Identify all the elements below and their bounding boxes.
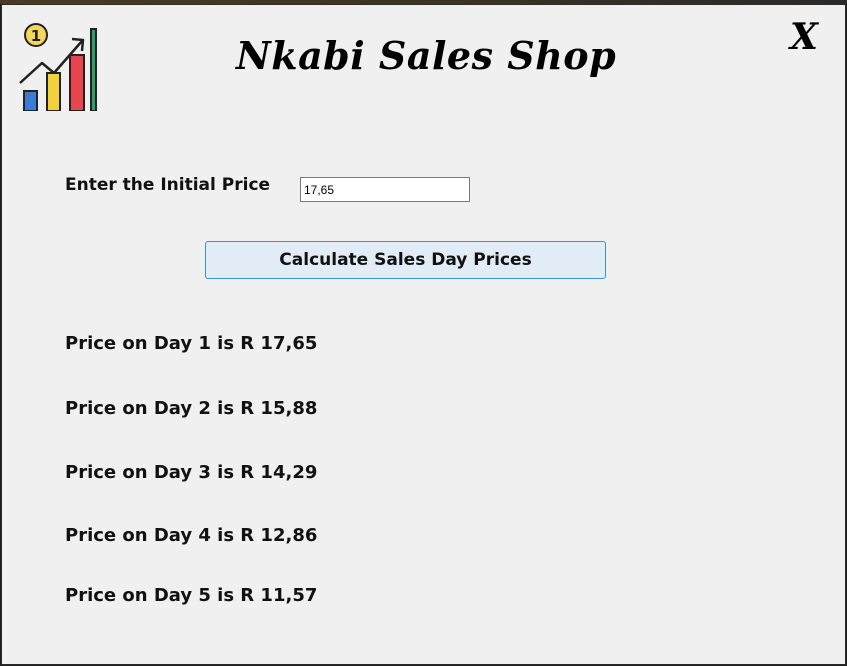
day-3-price-label: Price on Day 3 is R 14,29 xyxy=(65,462,318,483)
initial-price-input[interactable] xyxy=(300,177,470,202)
day-5-price-label: Price on Day 5 is R 11,57 xyxy=(65,585,318,606)
app-title: Nkabi Sales Shop xyxy=(236,33,617,78)
sales-growth-chart-icon: 1 xyxy=(19,23,97,111)
day-1-price-label: Price on Day 1 is R 17,65 xyxy=(65,333,318,354)
initial-price-label: Enter the Initial Price xyxy=(65,175,271,195)
day-4-price-label: Price on Day 4 is R 12,86 xyxy=(65,525,318,546)
calculate-sales-day-prices-button[interactable]: Calculate Sales Day Prices xyxy=(205,241,606,279)
app-window: 1 Nkabi Sales Shop X Enter the Initial P… xyxy=(1,4,846,665)
day-2-price-label: Price on Day 2 is R 15,88 xyxy=(65,398,318,419)
close-button[interactable]: X xyxy=(790,19,818,55)
logo-badge-number: 1 xyxy=(31,27,41,45)
